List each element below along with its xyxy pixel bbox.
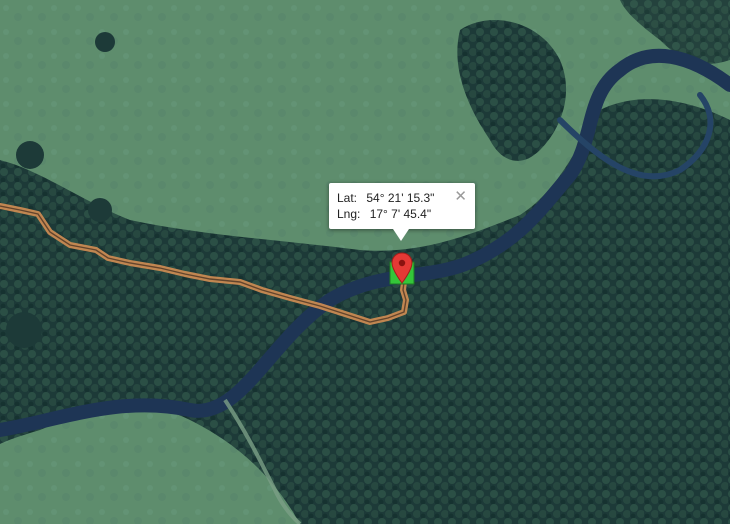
- longitude-value: 17° 7' 45.4": [369, 207, 432, 221]
- pin-dot: [398, 259, 406, 267]
- coordinates-popup: Lat: 54° 21' 15.3" Lng: 17° 7' 45.4" ✕: [329, 183, 475, 241]
- satellite-imagery: [0, 0, 730, 524]
- latitude-label: Lat:: [337, 191, 358, 205]
- longitude-label: Lng:: [337, 207, 361, 221]
- latitude-row: Lat: 54° 21' 15.3": [337, 191, 434, 205]
- satellite-map[interactable]: Lat: 54° 21' 15.3" Lng: 17° 7' 45.4" ✕: [0, 0, 730, 524]
- longitude-row: Lng: 17° 7' 45.4": [337, 207, 431, 221]
- close-icon[interactable]: ✕: [454, 189, 467, 204]
- map-pin-icon[interactable]: [389, 252, 415, 292]
- popup-pointer: [393, 229, 409, 241]
- latitude-value: 54° 21' 15.3": [366, 191, 435, 205]
